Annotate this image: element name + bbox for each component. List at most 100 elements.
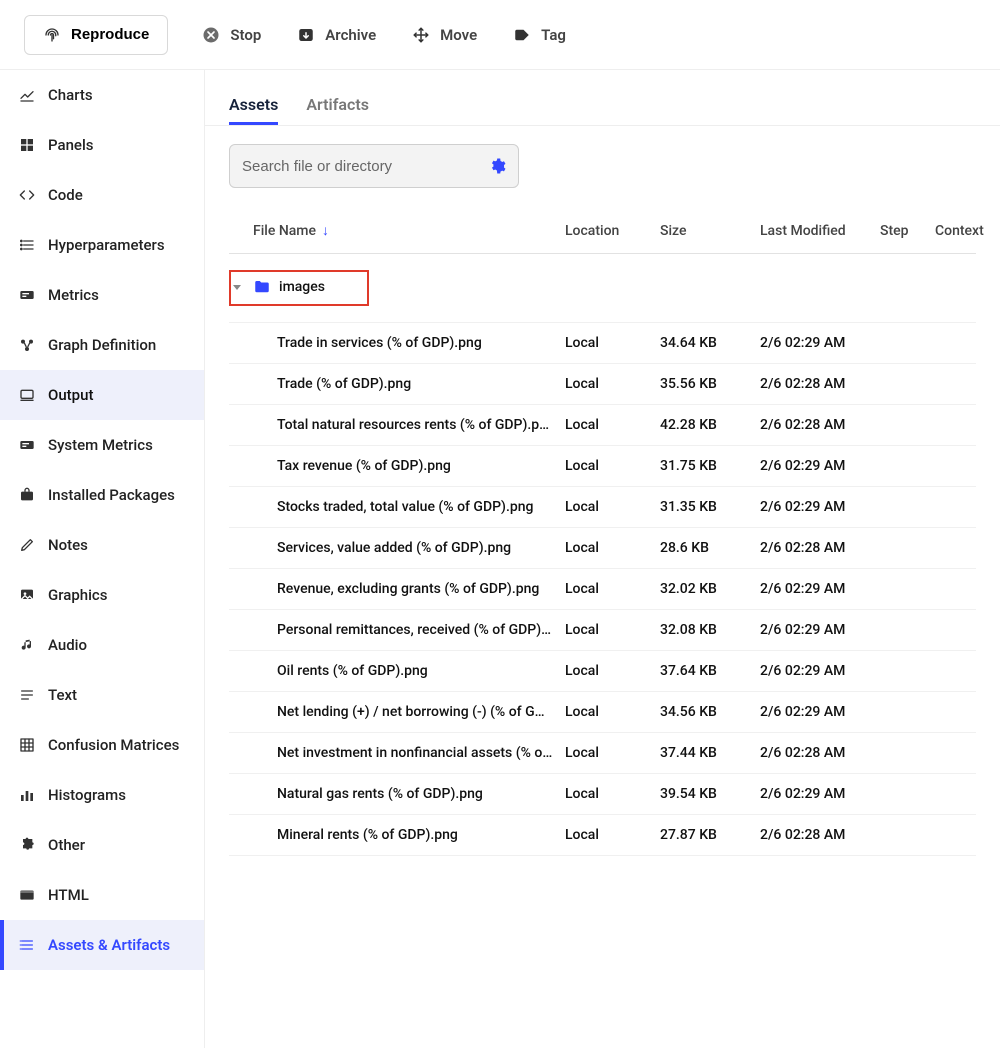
sidebar-item-text[interactable]: Text: [0, 670, 204, 720]
sidebar-item-charts[interactable]: Charts: [0, 70, 204, 120]
sidebar-item-label: Code: [48, 186, 83, 204]
sidebar-item-other[interactable]: Other: [0, 820, 204, 870]
graph-icon: [18, 336, 36, 354]
move-icon: [412, 26, 430, 44]
matrix-icon: [18, 736, 36, 754]
table-row[interactable]: Services, value added (% of GDP).pngLoca…: [229, 528, 976, 569]
folder-row[interactable]: images: [229, 254, 976, 323]
sidebar-item-histograms[interactable]: Histograms: [0, 770, 204, 820]
sidebar-item-label: HTML: [48, 886, 89, 904]
file-size: 34.64 KB: [654, 323, 754, 364]
search-box[interactable]: [229, 144, 519, 188]
file-name: Trade in services (% of GDP).png: [229, 323, 559, 364]
file-modified: 2/6 02:29 AM: [754, 569, 874, 610]
folder-highlight: images: [229, 270, 369, 306]
file-step: [874, 528, 929, 569]
file-name: Net investment in nonfinancial assets (%…: [229, 733, 559, 774]
sidebar-item-hyperparameters[interactable]: Hyperparameters: [0, 220, 204, 270]
sidebar-item-confusion-matrices[interactable]: Confusion Matrices: [0, 720, 204, 770]
table-row[interactable]: Tax revenue (% of GDP).pngLocal31.75 KB2…: [229, 446, 976, 487]
file-context: [929, 692, 976, 733]
tab-artifacts[interactable]: Artifacts: [306, 97, 369, 125]
archive-button[interactable]: Archive: [295, 20, 378, 50]
sidebar-item-system-metrics[interactable]: System Metrics: [0, 420, 204, 470]
sidebar-item-output[interactable]: Output: [0, 370, 204, 420]
tabbar: Assets Artifacts: [205, 70, 1000, 126]
code-icon: [18, 186, 36, 204]
table-row[interactable]: Oil rents (% of GDP).pngLocal37.64 KB2/6…: [229, 651, 976, 692]
col-location[interactable]: Location: [559, 212, 654, 254]
file-size: 31.75 KB: [654, 446, 754, 487]
sidebar-item-label: Output: [48, 386, 93, 404]
file-name: Stocks traded, total value (% of GDP).pn…: [229, 487, 559, 528]
file-location: Local: [559, 815, 654, 856]
file-context: [929, 528, 976, 569]
gear-icon[interactable]: [488, 157, 506, 175]
file-name: Revenue, excluding grants (% of GDP).png: [229, 569, 559, 610]
html-icon: [18, 886, 36, 904]
table-row[interactable]: Trade (% of GDP).pngLocal35.56 KB2/6 02:…: [229, 364, 976, 405]
reproduce-button[interactable]: Reproduce: [24, 15, 168, 55]
sidebar-item-audio[interactable]: Audio: [0, 620, 204, 670]
table-row[interactable]: Mineral rents (% of GDP).pngLocal27.87 K…: [229, 815, 976, 856]
file-name: Total natural resources rents (% of GDP)…: [229, 405, 559, 446]
sidebar-item-code[interactable]: Code: [0, 170, 204, 220]
file-modified: 2/6 02:29 AM: [754, 487, 874, 528]
tab-assets[interactable]: Assets: [229, 97, 278, 125]
file-context: [929, 405, 976, 446]
table-row[interactable]: Personal remittances, received (% of GDP…: [229, 610, 976, 651]
table-row[interactable]: Net investment in nonfinancial assets (%…: [229, 733, 976, 774]
file-step: [874, 692, 929, 733]
packages-icon: [18, 486, 36, 504]
file-location: Local: [559, 446, 654, 487]
sidebar-item-graph-definition[interactable]: Graph Definition: [0, 320, 204, 370]
sidebar-item-label: Graph Definition: [48, 336, 156, 354]
col-last-modified[interactable]: Last Modified: [754, 212, 874, 254]
graphics-icon: [18, 586, 36, 604]
content-area: ChartsPanels Code HyperparametersMetrics Gr…: [0, 70, 1000, 1048]
search-input[interactable]: [242, 158, 478, 175]
sidebar-item-panels[interactable]: Panels: [0, 120, 204, 170]
table-row[interactable]: Revenue, excluding grants (% of GDP).png…: [229, 569, 976, 610]
table-row[interactable]: Total natural resources rents (% of GDP)…: [229, 405, 976, 446]
file-step: [874, 651, 929, 692]
file-location: Local: [559, 528, 654, 569]
archive-icon: [297, 26, 315, 44]
col-context[interactable]: Context: [929, 212, 976, 254]
file-context: [929, 651, 976, 692]
table-row[interactable]: Net lending (+) / net borrowing (-) (% o…: [229, 692, 976, 733]
file-location: Local: [559, 692, 654, 733]
file-size: 39.54 KB: [654, 774, 754, 815]
sidebar-item-notes[interactable]: Notes: [0, 520, 204, 570]
sidebar-item-assets-artifacts[interactable]: Assets & Artifacts: [0, 920, 204, 970]
file-step: [874, 733, 929, 774]
file-size: 35.56 KB: [654, 364, 754, 405]
file-name: Mineral rents (% of GDP).png: [229, 815, 559, 856]
table-header-row: File Name↓LocationSizeLast ModifiedStepC…: [229, 212, 976, 254]
sidebar-item-metrics[interactable]: Metrics: [0, 270, 204, 320]
puzzle-icon: [18, 836, 36, 854]
table-row[interactable]: Stocks traded, total value (% of GDP).pn…: [229, 487, 976, 528]
file-modified: 2/6 02:28 AM: [754, 405, 874, 446]
sidebar-item-graphics[interactable]: Graphics: [0, 570, 204, 620]
move-label: Move: [440, 26, 477, 44]
file-name: Net lending (+) / net borrowing (-) (% o…: [229, 692, 559, 733]
tag-button[interactable]: Tag: [511, 20, 568, 50]
sidebar-item-html[interactable]: HTML: [0, 870, 204, 920]
move-button[interactable]: Move: [410, 20, 479, 50]
table-row[interactable]: Trade in services (% of GDP).pngLocal34.…: [229, 323, 976, 364]
col-file-name[interactable]: File Name↓: [229, 212, 559, 254]
stop-button[interactable]: Stop: [200, 20, 263, 50]
file-size: 27.87 KB: [654, 815, 754, 856]
file-step: [874, 487, 929, 528]
file-step: [874, 815, 929, 856]
sidebar-item-installed-packages[interactable]: Installed Packages: [0, 470, 204, 520]
table-row[interactable]: Natural gas rents (% of GDP).pngLocal39.…: [229, 774, 976, 815]
col-size[interactable]: Size: [654, 212, 754, 254]
file-size: 37.44 KB: [654, 733, 754, 774]
file-modified: 2/6 02:29 AM: [754, 774, 874, 815]
col-step[interactable]: Step: [874, 212, 929, 254]
assets-icon: [18, 936, 36, 954]
file-location: Local: [559, 364, 654, 405]
sidebar-item-label: Assets & Artifacts: [48, 936, 170, 954]
